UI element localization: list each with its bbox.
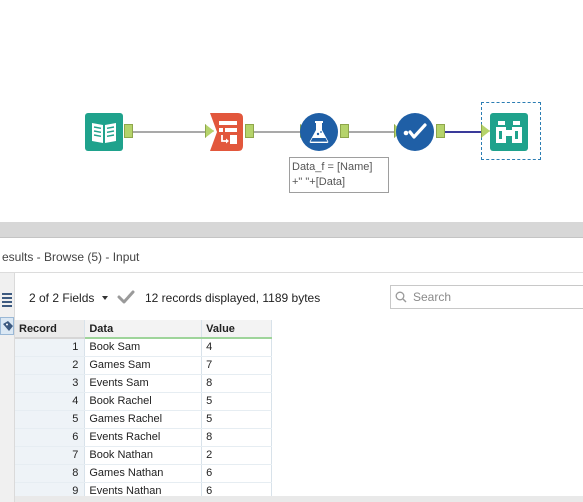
data-cell[interactable]: Book Sam xyxy=(84,338,203,357)
value-cell[interactable]: 4 xyxy=(201,338,272,357)
connection-formula-filter[interactable] xyxy=(348,131,394,133)
list-icon xyxy=(2,293,12,307)
caret-down-icon xyxy=(102,296,109,300)
data-cell[interactable]: Games Nathan xyxy=(84,464,203,483)
formula-annotation: Data_f = [Name] +" "+[Data] xyxy=(289,157,389,193)
table-row[interactable]: 8 Games Nathan 6 xyxy=(15,464,272,483)
table-row[interactable]: 2 Games Sam 7 xyxy=(15,356,272,375)
filter-tool-output-anchor[interactable] xyxy=(436,124,445,138)
data-cell[interactable]: Games Rachel xyxy=(84,410,203,429)
search-box[interactable] xyxy=(390,285,583,309)
browse-tool[interactable] xyxy=(490,113,528,151)
check-circle-icon xyxy=(396,113,434,151)
value-cell[interactable]: 8 xyxy=(201,374,272,393)
filter-tool[interactable] xyxy=(396,113,434,151)
table-row[interactable]: 5 Games Rachel 5 xyxy=(15,410,272,429)
pane-splitter[interactable] xyxy=(0,222,583,238)
table-row[interactable]: 1 Book Sam 4 xyxy=(15,338,272,357)
search-icon xyxy=(395,291,407,303)
input-data-tool[interactable] xyxy=(85,113,123,151)
tag-icon xyxy=(3,321,13,331)
results-toolbar: 2 of 2 Fields 12 records displayed, 1189… xyxy=(15,273,583,319)
record-number-cell: 3 xyxy=(15,374,86,393)
value-cell[interactable]: 5 xyxy=(201,410,272,429)
input-tool-output-anchor[interactable] xyxy=(124,124,133,138)
select-columns-icon xyxy=(210,113,243,151)
select-tool[interactable] xyxy=(205,113,243,151)
search-input[interactable] xyxy=(413,290,583,304)
grid-header-row: Record Data Value xyxy=(15,320,272,339)
record-number-cell: 7 xyxy=(15,446,86,465)
binoculars-icon xyxy=(490,113,528,151)
table-row[interactable]: 7 Book Nathan 2 xyxy=(15,446,272,465)
formula-tool[interactable] xyxy=(300,113,338,151)
value-cell[interactable]: 5 xyxy=(201,392,272,411)
data-cell[interactable]: Events Rachel xyxy=(84,428,203,447)
record-number-cell: 1 xyxy=(15,338,86,357)
records-info: 12 records displayed, 1189 bytes xyxy=(145,291,321,305)
data-cell[interactable]: Book Nathan xyxy=(84,446,203,465)
horizontal-scrollbar[interactable] xyxy=(15,496,583,502)
record-number-cell: 5 xyxy=(15,410,86,429)
value-cell[interactable]: 2 xyxy=(201,446,272,465)
table-row[interactable]: 6 Events Rachel 8 xyxy=(15,428,272,447)
fields-dropdown-label: 2 of 2 Fields xyxy=(29,291,95,305)
flask-icon xyxy=(300,113,338,151)
fields-dropdown[interactable]: 2 of 2 Fields xyxy=(29,291,109,305)
record-number-cell: 6 xyxy=(15,428,86,447)
data-cell[interactable]: Book Rachel xyxy=(84,392,203,411)
results-side-toolbar xyxy=(0,273,15,502)
table-row[interactable]: 4 Book Rachel 5 xyxy=(15,392,272,411)
checkmark-icon[interactable] xyxy=(117,290,135,304)
workflow-canvas[interactable]: Data_f = [Name] +" "+[Data] xyxy=(0,0,583,222)
data-cell[interactable]: Games Sam xyxy=(84,356,203,375)
data-cell[interactable]: Events Sam xyxy=(84,374,203,393)
connection-filter-browse[interactable] xyxy=(443,131,482,133)
formula-tool-output-anchor[interactable] xyxy=(340,124,349,138)
record-number-cell: 8 xyxy=(15,464,86,483)
select-tool-output-anchor[interactable] xyxy=(245,124,254,138)
metadata-view-button[interactable] xyxy=(0,317,14,335)
results-grid: Record Data Value 1 Book Sam 4 2 Games S… xyxy=(15,320,272,501)
connection-select-formula[interactable] xyxy=(254,131,300,133)
value-cell[interactable]: 6 xyxy=(201,464,272,483)
connection-input-select[interactable] xyxy=(133,131,205,133)
value-cell[interactable]: 7 xyxy=(201,356,272,375)
column-header-value[interactable]: Value xyxy=(201,320,272,339)
value-cell[interactable]: 8 xyxy=(201,428,272,447)
record-number-cell: 2 xyxy=(15,356,86,375)
record-number-cell: 4 xyxy=(15,392,86,411)
data-view-button[interactable] xyxy=(0,291,14,309)
book-icon xyxy=(85,113,123,151)
results-window-title: esults - Browse (5) - Input xyxy=(2,250,140,264)
table-row[interactable]: 3 Events Sam 8 xyxy=(15,374,272,393)
column-header-data[interactable]: Data xyxy=(84,320,203,339)
column-header-record[interactable]: Record xyxy=(15,320,86,339)
